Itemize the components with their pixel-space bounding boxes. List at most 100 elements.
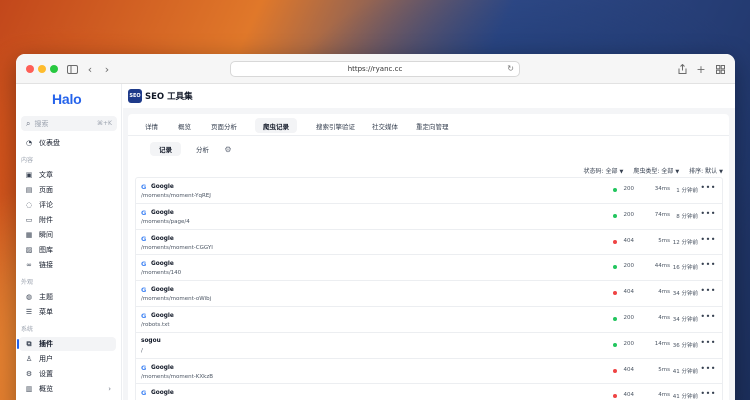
image-icon: ▨	[25, 246, 33, 254]
plugin-header: SEO SEO 工具集	[123, 84, 735, 108]
response-time: 74ms	[654, 211, 670, 218]
sidebar-item-links[interactable]: ∞ 链接	[19, 258, 116, 272]
response-time: 5ms	[658, 237, 670, 244]
seo-plugin-logo: SEO	[128, 89, 142, 103]
chevron-right-icon: ›	[108, 385, 111, 393]
crawled-path: /moments/page/4	[141, 218, 190, 225]
crawled-path: /moments/moment-CGGYI	[141, 244, 213, 251]
halo-logo[interactable]: Halo	[52, 91, 82, 107]
sidebar-item-menus[interactable]: ☰ 菜单	[19, 305, 116, 319]
caret-down-icon: ▼	[675, 168, 680, 175]
crawled-path: /	[141, 347, 143, 354]
folder-icon: ▭	[25, 216, 33, 224]
tab-crawler-log[interactable]: 爬虫记录	[255, 118, 297, 133]
status-dot	[613, 394, 617, 399]
sidebar-item-dashboard[interactable]: ◔ 仪表盘	[19, 136, 116, 150]
status-code: 404	[623, 366, 635, 373]
subtab-analysis[interactable]: 分析	[187, 142, 218, 156]
close-window-button[interactable]	[26, 65, 34, 73]
zoom-window-button[interactable]	[50, 65, 58, 73]
reload-icon[interactable]: ↻	[507, 64, 514, 73]
search-input[interactable]: ⌕ 搜索 ⌘+K	[21, 116, 117, 131]
filter-bar: 状态码: 全部 ▼ 爬虫类型: 全部 ▼ 排序: 默认 ▼	[584, 164, 723, 176]
tab-redirect-management[interactable]: 重定向管理	[408, 118, 457, 133]
sidebar-item-themes[interactable]: ◍ 主题	[19, 290, 116, 304]
status-code: 200	[623, 340, 635, 347]
crawler-engine: G Google	[141, 208, 174, 217]
response-time: 5ms	[658, 366, 670, 373]
sidebar-item-attachments[interactable]: ▭ 附件	[19, 213, 116, 227]
more-options-icon[interactable]: •••	[700, 338, 716, 347]
more-options-icon[interactable]: •••	[700, 183, 716, 192]
sidebar-item-pages[interactable]: ▤ 页面	[19, 183, 116, 197]
crawled-path: /robots.txt	[141, 321, 170, 328]
subtab-records[interactable]: 记录	[150, 142, 181, 156]
tab-social-media[interactable]: 社交媒体	[364, 118, 406, 133]
sidebar-item-moments[interactable]: ▦ 瞬间	[19, 228, 116, 242]
search-shortcut: ⌘+K	[97, 120, 112, 127]
sidebar-item-plugins[interactable]: ⧉ 插件	[17, 337, 116, 351]
table-row[interactable]: G Google/moments/page/4 200 74ms 8 分钟前 •••	[136, 204, 722, 230]
user-icon: ♙	[25, 355, 33, 363]
sidebar-item-posts[interactable]: ▣ 文章	[19, 168, 116, 182]
sort-filter[interactable]: 排序: 默认 ▼	[689, 166, 723, 175]
back-icon[interactable]: ‹	[82, 61, 98, 77]
settings-icon: ⚙	[25, 370, 33, 378]
table-row[interactable]: G Google/moments/moment-YqREJ 200 34ms 1 分钟前…	[136, 178, 722, 204]
more-options-icon[interactable]: •••	[700, 364, 716, 373]
table-row[interactable]: G Google/robots.txt 200 4ms 34 分钟前 •••	[136, 307, 722, 333]
google-icon: G	[141, 389, 147, 398]
forward-icon[interactable]: ›	[99, 61, 115, 77]
address-bar[interactable]: https://ryanc.cc ↻	[230, 61, 520, 77]
settings-icon[interactable]: ⚙	[222, 143, 234, 155]
crawler-engine: G Google	[141, 234, 174, 243]
minimize-window-button[interactable]	[38, 65, 46, 73]
table-row[interactable]: G Google/moments/moment-KXkzB 404 5ms 41 分钟前…	[136, 359, 722, 385]
more-options-icon[interactable]: •••	[700, 260, 716, 269]
response-time: 34ms	[654, 186, 670, 192]
sidebar-item-settings[interactable]: ⚙ 设置	[19, 367, 116, 381]
tab-search-engine-verification[interactable]: 搜索引擎验证	[308, 118, 363, 133]
response-time: 4ms	[658, 314, 670, 321]
table-row[interactable]: G Google/moments/moment-CGGYI 404 5ms 12 分钟前…	[136, 230, 722, 256]
more-options-icon[interactable]: •••	[700, 389, 716, 398]
sidebar-item-users[interactable]: ♙ 用户	[19, 352, 116, 366]
status-dot	[613, 342, 617, 347]
crawler-engine: G Google	[141, 260, 174, 269]
sidebar-item-gallery[interactable]: ▨ 图库	[19, 243, 116, 257]
plugin-icon: ⧉	[26, 339, 32, 348]
more-options-icon[interactable]: •••	[700, 286, 716, 295]
table-row[interactable]: G Google 404 4ms 41 分钟前 •••	[136, 384, 722, 400]
crawl-time: 36 分钟前	[672, 342, 698, 349]
sidebar-item-comments[interactable]: ◌ 评论	[19, 198, 116, 212]
google-icon: G	[141, 234, 147, 243]
more-options-icon[interactable]: •••	[700, 312, 716, 321]
tab-overview-icon[interactable]	[712, 61, 728, 77]
tab-overview[interactable]: 概览	[170, 118, 199, 133]
more-options-icon[interactable]: •••	[700, 235, 716, 244]
new-tab-icon[interactable]: +	[693, 61, 709, 77]
sidebar-item-overview[interactable]: ▥ 概览 ›	[19, 382, 116, 396]
response-time: 4ms	[658, 289, 670, 296]
tab-page-analysis[interactable]: 页面分析	[203, 118, 245, 133]
crawler-type-filter[interactable]: 爬虫类型: 全部 ▼	[633, 166, 679, 175]
crawl-time: 41 分钟前	[672, 368, 698, 375]
sidebar: Halo ⌕ 搜索 ⌘+K ◔ 仪表盘 内容 ▣ 文章 ▤ 页面 ◌ 评论 ▭ …	[16, 84, 122, 400]
caret-down-icon: ▼	[619, 168, 624, 175]
tab-details[interactable]: 详情	[137, 118, 166, 133]
crawl-time: 12 分钟前	[672, 239, 698, 246]
status-dot	[613, 291, 617, 296]
table-row[interactable]: sogou / 200 14ms 36 分钟前 •••	[136, 333, 722, 359]
table-row[interactable]: G Google/moments/140 200 44ms 16 分钟前 •••	[136, 255, 722, 282]
status-code-filter[interactable]: 状态码: 全部 ▼	[584, 166, 624, 175]
status-code: 200	[623, 263, 635, 270]
share-icon[interactable]	[674, 61, 690, 77]
sidebar-toggle-icon[interactable]	[64, 61, 80, 77]
status-dot	[613, 316, 617, 321]
more-options-icon[interactable]: •••	[700, 209, 716, 218]
crawler-engine: sogou	[141, 337, 161, 344]
caret-down-icon: ▼	[719, 168, 723, 175]
page-icon: ▤	[25, 186, 33, 194]
search-placeholder: 搜索	[34, 119, 49, 128]
table-row[interactable]: G Google/moments/moment-oWibj 404 4ms 34 分钟前…	[136, 281, 722, 307]
